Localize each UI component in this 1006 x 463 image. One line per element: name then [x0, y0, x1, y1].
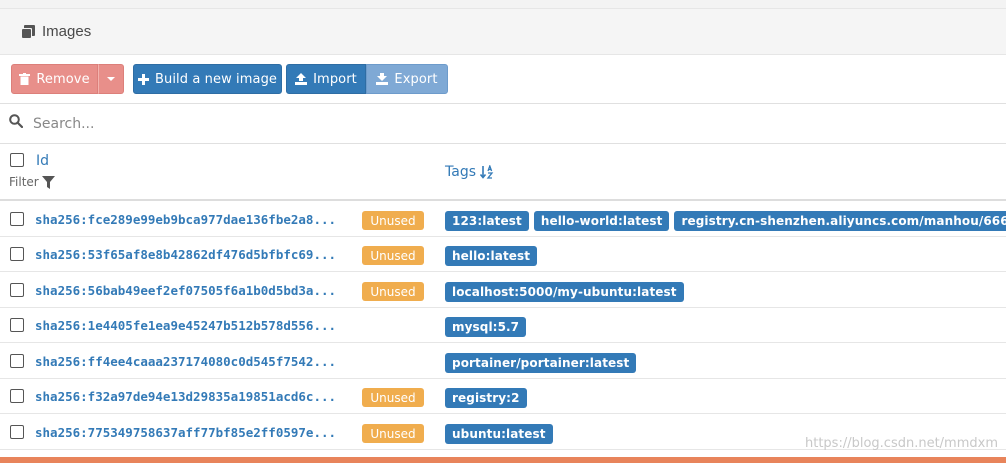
image-tag: mysql:5.7: [445, 317, 527, 337]
table-row: sha256:1e4405fe1ea9e45247b512b578d556...…: [0, 308, 1006, 343]
image-tag: registry.cn-shenzhen.aliyuncs.com/manhou…: [674, 211, 1006, 231]
row-checkbox[interactable]: [10, 212, 24, 226]
filter-icon: [41, 175, 55, 189]
image-id-link[interactable]: sha256:fce289e99eb9bca977dae136fbe2a8...: [35, 212, 336, 227]
image-tag: ubuntu:latest: [445, 424, 553, 444]
select-all-checkbox[interactable]: [10, 153, 24, 167]
image-id-link[interactable]: sha256:f32a97de94e13d29835a19851acd6c...: [35, 389, 336, 404]
tag-list: 123:latest hello-world:latest registry.cn-…: [445, 211, 1006, 231]
trash-icon: [19, 73, 31, 85]
table-row: sha256:ff4ee4caaa237174080c0d545f7542...…: [0, 344, 1006, 379]
caret-down-icon: [107, 77, 115, 81]
filter-toggle[interactable]: Filter: [9, 175, 55, 189]
unused-badge: Unused: [362, 282, 424, 301]
unused-badge: Unused: [362, 388, 424, 407]
row-checkbox[interactable]: [10, 354, 24, 368]
search-input[interactable]: [33, 115, 433, 132]
sort-alpha-icon: [480, 165, 494, 179]
image-id-link[interactable]: sha256:ff4ee4caaa237174080c0d545f7542...: [35, 354, 336, 369]
tags-header-label: Tags: [445, 164, 476, 180]
filter-label: Filter: [9, 175, 39, 189]
tag-list: registry:2: [445, 388, 527, 408]
unused-badge: Unused: [362, 424, 424, 443]
image-id-link[interactable]: sha256:53f65af8e8b42862df476d5bfbfc69...: [35, 247, 336, 262]
download-icon: [376, 73, 389, 85]
import-button[interactable]: Import: [286, 64, 366, 94]
unused-badge: Unused: [362, 211, 424, 230]
export-button-label: Export: [394, 71, 438, 87]
image-tag: 123:latest: [445, 211, 529, 231]
upload-icon: [295, 73, 308, 85]
search-bar: [0, 104, 1006, 144]
image-tag: hello:latest: [445, 246, 538, 266]
table-row: sha256:56bab49eef2ef07505f6a1b0d5bd3a...…: [0, 273, 1006, 308]
unused-badge: Unused: [362, 246, 424, 265]
remove-button-label: Remove: [36, 71, 90, 87]
tag-list: ubuntu:latest: [445, 424, 553, 444]
clone-icon: [20, 24, 36, 40]
image-tag: registry:2: [445, 388, 527, 408]
table-row: sha256:f32a97de94e13d29835a19851acd6c...…: [0, 379, 1006, 414]
image-tag: portainer/portainer:latest: [445, 353, 637, 373]
import-button-label: Import: [313, 71, 357, 87]
export-button[interactable]: Export: [366, 64, 448, 94]
build-image-button[interactable]: Build a new image: [133, 64, 282, 94]
row-checkbox[interactable]: [10, 425, 24, 439]
top-strip: [0, 0, 1006, 8]
row-checkbox[interactable]: [10, 283, 24, 297]
tag-list: hello:latest: [445, 246, 538, 266]
image-tag: hello-world:latest: [533, 211, 670, 231]
table-header: Id Filter Tags: [0, 144, 1006, 201]
table-row: sha256:53f65af8e8b42862df476d5bfbfc69...…: [0, 237, 1006, 272]
image-id-link[interactable]: sha256:775349758637aff77bf85e2ff0597e...: [35, 425, 336, 440]
page-header: Images: [0, 8, 1006, 55]
toolbar: Remove Build a new image Import Export: [0, 55, 1006, 104]
image-tag: localhost:5000/my-ubuntu:latest: [445, 282, 684, 302]
image-id-link[interactable]: sha256:56bab49eef2ef07505f6a1b0d5bd3a...: [35, 283, 336, 298]
image-id-link[interactable]: sha256:1e4405fe1ea9e45247b512b578d556...: [35, 318, 336, 333]
tag-list: localhost:5000/my-ubuntu:latest: [445, 282, 684, 302]
tag-list: mysql:5.7: [445, 317, 527, 337]
row-checkbox[interactable]: [10, 389, 24, 403]
remove-button[interactable]: Remove: [11, 64, 98, 94]
remove-dropdown-toggle[interactable]: [98, 64, 124, 94]
tag-list: portainer/portainer:latest: [445, 353, 637, 373]
search-icon: [9, 114, 24, 133]
row-checkbox[interactable]: [10, 318, 24, 332]
column-header-tags[interactable]: Tags: [445, 164, 494, 180]
bottom-bar: [0, 457, 1006, 463]
plus-icon: [137, 73, 149, 85]
page-title: Images: [42, 23, 92, 40]
build-image-button-label: Build a new image: [154, 71, 278, 87]
watermark: https://blog.csdn.net/mmdxm: [805, 436, 998, 451]
row-checkbox[interactable]: [10, 247, 24, 261]
table-row: sha256:fce289e99eb9bca977dae136fbe2a8...…: [0, 202, 1006, 237]
column-header-id[interactable]: Id: [36, 153, 49, 169]
